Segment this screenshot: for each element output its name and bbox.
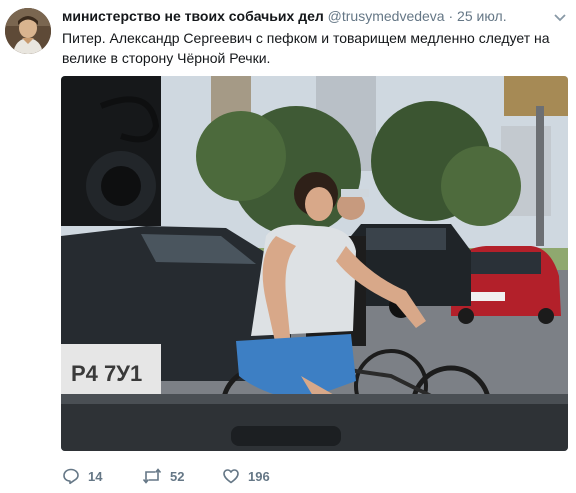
reply-icon [63,468,79,485]
tweet-date[interactable]: 25 июл. [457,8,507,24]
photo-plate-text: Р4 7У1 [71,361,142,386]
tweet-text: Питер. Александр Сергеевич с пефком и то… [62,30,550,66]
tweet-card: министерство не твоих собачьих дел @trus… [0,0,576,493]
tweet-header: министерство не твоих собачьих дел @trus… [62,7,507,25]
like-button[interactable]: 196 [222,466,270,486]
tweet-photo[interactable]: Р4 7У1 [61,76,568,451]
retweet-button[interactable]: 52 [142,466,184,486]
author-name[interactable]: министерство не твоих собачьих дел [62,8,324,24]
reply-button[interactable]: 14 [62,466,102,486]
retweet-icon [142,468,162,484]
retweet-count: 52 [170,468,185,484]
avatar[interactable] [5,8,51,54]
author-handle[interactable]: @trusymedvedeva [328,8,445,24]
chevron-down-icon[interactable] [553,10,567,22]
heart-icon [223,469,239,484]
reply-count: 14 [88,468,103,484]
separator-dot: · [448,8,454,24]
like-count: 196 [248,468,270,484]
